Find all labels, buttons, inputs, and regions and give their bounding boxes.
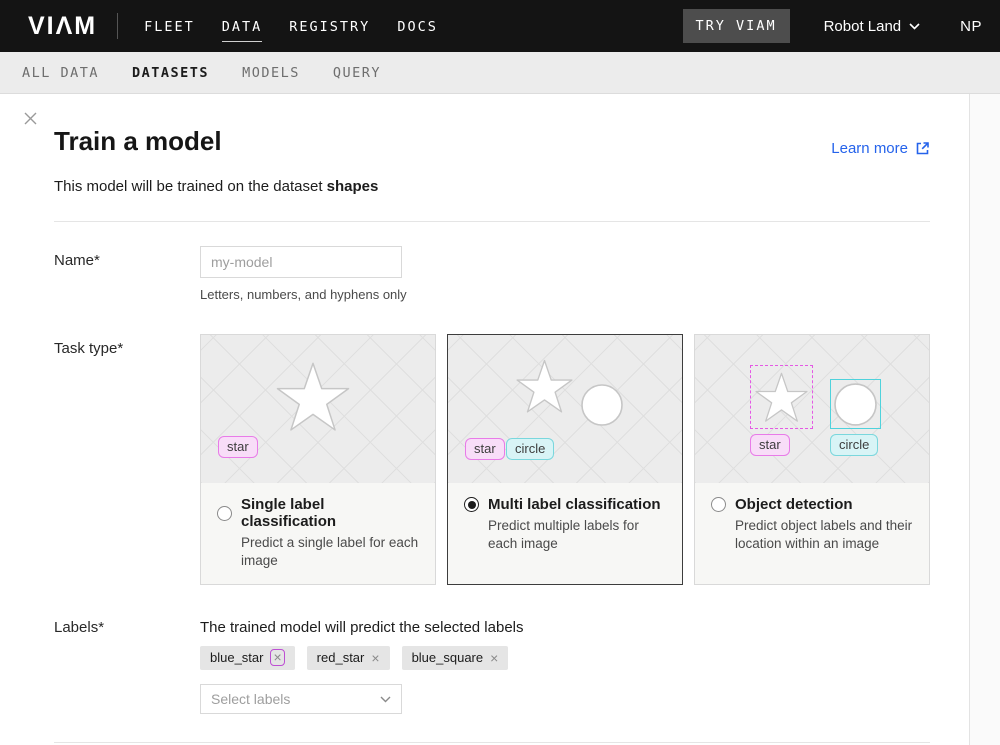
star-shape bbox=[755, 372, 808, 423]
org-label: Robot Land bbox=[824, 18, 902, 35]
name-field-group: Letters, numbers, and hyphens only bbox=[200, 246, 407, 302]
object-detection-option: Object detection Predict object labels a… bbox=[695, 483, 929, 567]
star-tag: star bbox=[750, 434, 790, 456]
chevron-down-icon bbox=[380, 696, 391, 703]
single-label-description: Predict a single label for each image bbox=[241, 534, 419, 570]
page-title: Train a model bbox=[54, 126, 222, 157]
labels-field-group: The trained model will predict the selec… bbox=[200, 613, 524, 714]
object-detection-title: Object detection bbox=[735, 496, 853, 513]
selected-label-chips: blue_star × red_star × blue_square × bbox=[200, 646, 524, 670]
label-chip: blue_square × bbox=[402, 646, 509, 670]
divider-bottom bbox=[54, 742, 930, 743]
task-card-multi-label[interactable]: star circle Multi label classification P… bbox=[447, 334, 683, 585]
nav-item-registry[interactable]: REGISTRY bbox=[289, 11, 370, 42]
single-label-preview-image: star bbox=[201, 335, 435, 483]
task-card-single-label[interactable]: star Single label classification Predict… bbox=[200, 334, 436, 585]
divider-top bbox=[54, 221, 930, 222]
single-label-option: Single label classification Predict a si… bbox=[201, 483, 435, 584]
user-avatar[interactable]: NP bbox=[960, 18, 982, 35]
star-tag: star bbox=[465, 438, 505, 460]
task-type-cards: star Single label classification Predict… bbox=[200, 334, 930, 585]
label-chip: blue_star × bbox=[200, 646, 295, 670]
task-type-row: Task type* star bbox=[54, 334, 930, 585]
intro-prefix: This model will be trained on the datase… bbox=[54, 178, 327, 195]
page-background-strip bbox=[969, 94, 1000, 745]
org-dropdown[interactable]: Robot Land bbox=[824, 18, 921, 35]
name-row: Name* Letters, numbers, and hyphens only bbox=[54, 246, 930, 302]
select-labels-dropdown[interactable]: Select labels bbox=[200, 684, 402, 714]
subnav-item-models[interactable]: MODELS bbox=[242, 65, 300, 81]
viam-logo[interactable]: VIΛM bbox=[28, 12, 97, 41]
object-detection-description: Predict object labels and their location… bbox=[735, 517, 913, 553]
select-labels-placeholder: Select labels bbox=[211, 691, 290, 707]
chip-label: red_star bbox=[317, 650, 365, 665]
circle-tag: circle bbox=[506, 438, 554, 460]
star-shape bbox=[276, 361, 350, 433]
multi-label-option: Multi label classification Predict multi… bbox=[448, 483, 682, 567]
labels-label: Labels* bbox=[54, 613, 200, 714]
multi-label-description: Predict multiple labels for each image bbox=[488, 517, 666, 553]
model-name-input[interactable] bbox=[200, 246, 402, 278]
external-link-icon bbox=[915, 141, 930, 156]
train-model-panel: Train a model Learn more This model will… bbox=[0, 94, 1000, 745]
object-detection-radio[interactable] bbox=[711, 497, 726, 512]
remove-label-icon[interactable]: × bbox=[371, 651, 379, 665]
single-label-radio[interactable] bbox=[217, 506, 232, 521]
intro-text: This model will be trained on the datase… bbox=[54, 178, 930, 195]
nav-divider bbox=[117, 13, 118, 39]
subnav-item-datasets[interactable]: DATASETS bbox=[132, 65, 209, 81]
multi-label-preview-image: star circle bbox=[448, 335, 682, 483]
task-type-label: Task type* bbox=[54, 334, 200, 585]
nav-item-fleet[interactable]: FLEET bbox=[144, 11, 195, 42]
chip-label: blue_square bbox=[412, 650, 484, 665]
star-shape bbox=[516, 359, 573, 414]
data-sub-nav: ALL DATA DATASETS MODELS QUERY bbox=[0, 52, 1000, 94]
label-chip: red_star × bbox=[307, 646, 390, 670]
learn-more-label: Learn more bbox=[831, 140, 908, 157]
remove-label-icon[interactable]: × bbox=[490, 651, 498, 665]
name-label: Name* bbox=[54, 246, 200, 302]
dialog-header: Train a model Learn more bbox=[54, 126, 930, 157]
top-nav-items: FLEET DATA REGISTRY DOCS bbox=[144, 11, 438, 42]
multi-label-radio[interactable] bbox=[464, 497, 479, 512]
object-detection-preview-image: star circle bbox=[695, 335, 929, 483]
dialog-content: Train a model Learn more This model will… bbox=[54, 94, 930, 745]
labels-row: Labels* The trained model will predict t… bbox=[54, 613, 930, 714]
nav-item-docs[interactable]: DOCS bbox=[397, 11, 438, 42]
close-icon[interactable] bbox=[24, 112, 37, 125]
circle-shape bbox=[581, 384, 623, 426]
name-helper-text: Letters, numbers, and hyphens only bbox=[200, 287, 407, 302]
try-viam-button[interactable]: TRY VIAM bbox=[683, 9, 790, 43]
multi-label-title: Multi label classification bbox=[488, 496, 661, 513]
remove-label-icon[interactable]: × bbox=[270, 649, 284, 666]
top-nav: VIΛM FLEET DATA REGISTRY DOCS TRY VIAM R… bbox=[0, 0, 1000, 52]
circle-shape bbox=[834, 383, 877, 426]
chip-label: blue_star bbox=[210, 650, 263, 665]
dataset-name: shapes bbox=[327, 178, 379, 195]
subnav-item-all-data[interactable]: ALL DATA bbox=[22, 65, 99, 81]
single-label-title: Single label classification bbox=[241, 496, 419, 530]
circle-tag: circle bbox=[830, 434, 878, 456]
nav-item-data[interactable]: DATA bbox=[222, 11, 263, 42]
subnav-item-query[interactable]: QUERY bbox=[333, 65, 381, 81]
star-tag: star bbox=[218, 436, 258, 458]
learn-more-link[interactable]: Learn more bbox=[831, 140, 930, 157]
labels-description: The trained model will predict the selec… bbox=[200, 613, 524, 636]
task-card-object-detection[interactable]: star circle Object detection Predict obj… bbox=[694, 334, 930, 585]
chevron-down-icon bbox=[909, 23, 920, 30]
